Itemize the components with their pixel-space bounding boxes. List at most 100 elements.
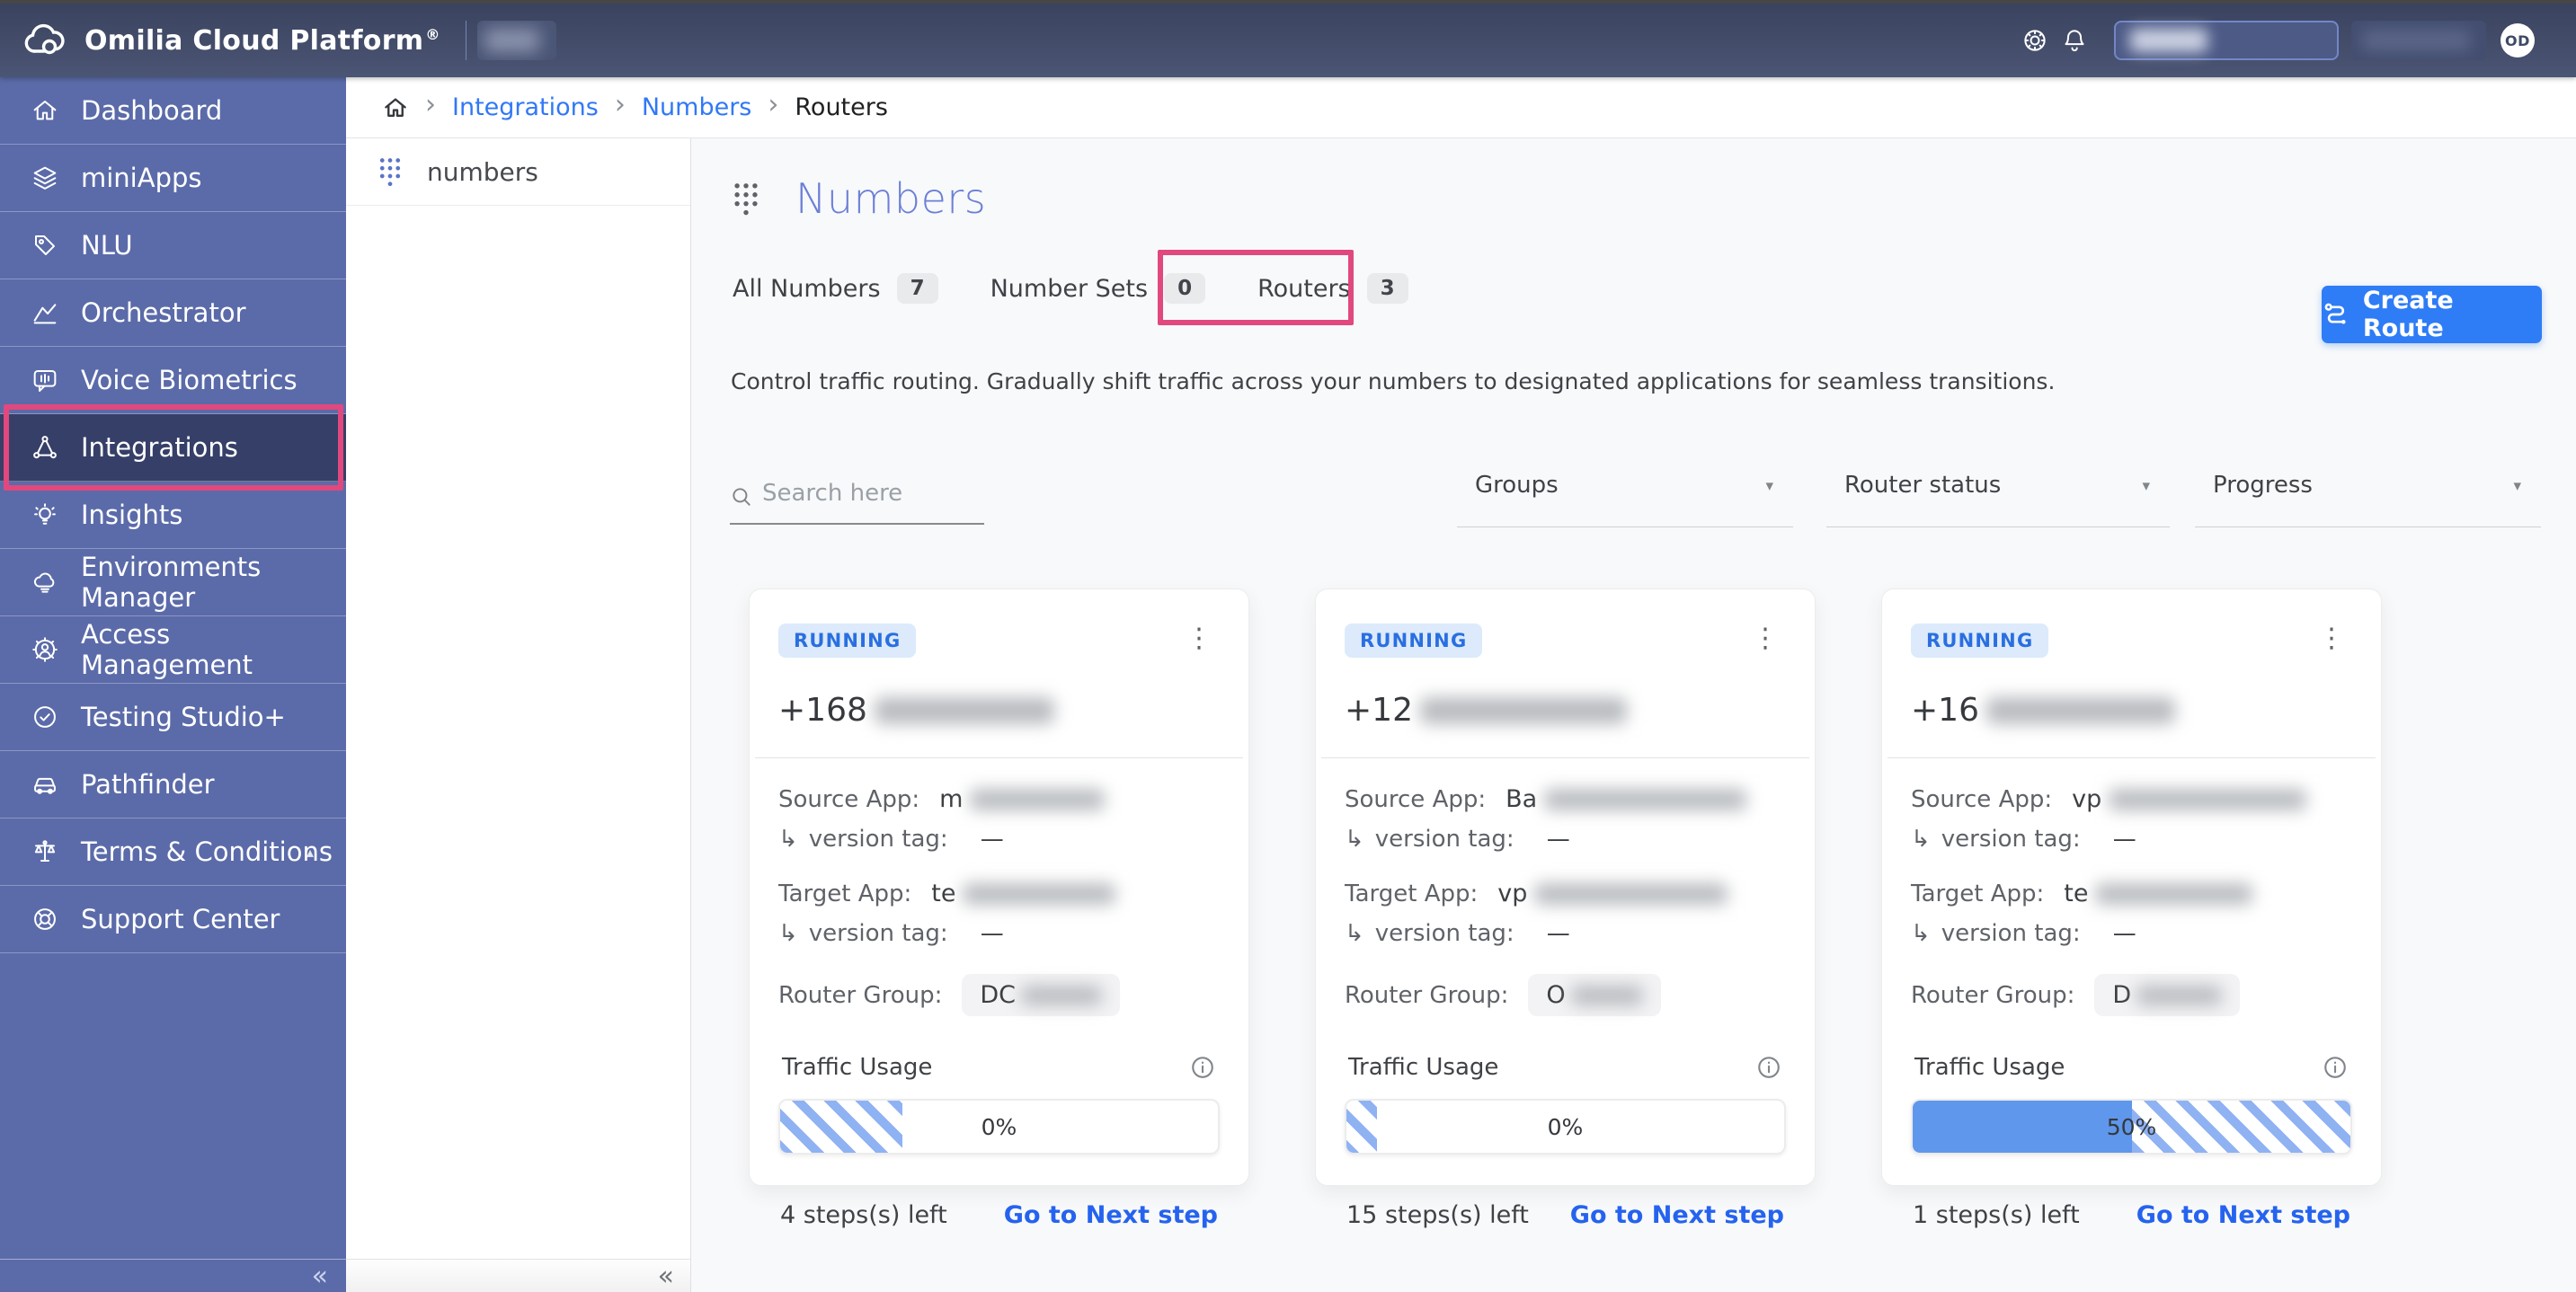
cloud-icon xyxy=(31,568,59,597)
sidebar-item-terms-conditions[interactable]: Terms & Conditions ▴ xyxy=(0,819,346,886)
kebab-menu-icon[interactable]: ⋮ xyxy=(1745,624,1786,654)
breadcrumb: › Integrations › Numbers › Routers xyxy=(346,77,2576,138)
target-app-value: te xyxy=(2064,880,2252,907)
secondary-sidebar-collapse-button[interactable]: « xyxy=(346,1259,690,1292)
sidebar-item-nlu[interactable]: NLU xyxy=(0,212,346,279)
router-group-chip: O xyxy=(1528,974,1660,1016)
sidebar-item-access-management[interactable]: Access Management xyxy=(0,616,346,684)
router-cards: RUNNING ⋮ +168 Source App: m ↳ version t… xyxy=(749,588,2447,1186)
search-input[interactable] xyxy=(730,480,984,525)
top-navbar: Omilia Cloud Platform® OD xyxy=(0,0,2576,77)
version-tag-row: ↳ version tag: — xyxy=(778,826,1220,853)
go-to-next-step-link[interactable]: Go to Next step xyxy=(1004,1201,1218,1229)
traffic-progress-bar: 0% xyxy=(1345,1099,1786,1155)
info-icon[interactable] xyxy=(1189,1054,1216,1081)
traffic-usage-label: Traffic Usage xyxy=(1348,1054,1498,1081)
branch-arrow-icon: ↳ xyxy=(1911,920,1931,947)
source-app-row: Source App: Ba xyxy=(1345,785,1786,813)
version-tag-label: version tag: xyxy=(1941,920,2081,947)
brand-title: Omilia Cloud Platform® xyxy=(84,25,440,57)
traffic-progress-bar: 50% xyxy=(1911,1099,2352,1155)
page-title-text: Numbers xyxy=(795,174,986,223)
groups-select[interactable]: Groups ▾ xyxy=(1457,472,1793,527)
notifications-bell-icon[interactable] xyxy=(2055,21,2094,60)
registered-mark: ® xyxy=(425,26,440,43)
sidebar-item-miniapps[interactable]: miniApps xyxy=(0,145,346,212)
branch-arrow-icon: ↳ xyxy=(778,920,798,947)
traffic-usage-header: Traffic Usage xyxy=(1345,1054,1786,1081)
target-app-label: Target App: xyxy=(778,881,911,907)
router-group-row: Router Group: D xyxy=(1911,974,2352,1016)
version-tag-label: version tag: xyxy=(1375,826,1515,853)
badge-check-icon xyxy=(31,703,59,731)
redacted-org-name xyxy=(477,21,556,60)
source-app-row: Source App: m xyxy=(778,785,1220,813)
dropdown-arrow-icon: ▾ xyxy=(1765,477,1773,495)
sidebar-item-label: Support Center xyxy=(81,904,280,934)
sidebar-item-orchestrator[interactable]: Orchestrator xyxy=(0,279,346,347)
status-badge: RUNNING xyxy=(1345,624,1482,658)
version-tag-row: ↳ version tag: — xyxy=(1911,826,2352,853)
sidebar-item-integrations[interactable]: Integrations xyxy=(0,414,346,482)
go-to-next-step-link[interactable]: Go to Next step xyxy=(2136,1201,2350,1229)
source-app-label: Source App: xyxy=(1345,786,1486,813)
environment-selector[interactable] xyxy=(2114,21,2339,60)
lightbulb-icon xyxy=(31,500,59,529)
router-group-chip: D xyxy=(2094,974,2240,1016)
subsidebar-item-numbers[interactable]: numbers xyxy=(346,138,690,206)
target-app-value: vp xyxy=(1497,880,1728,907)
tab-number-sets[interactable]: Number Sets 0 xyxy=(990,273,1205,304)
tab-routers[interactable]: Routers 3 xyxy=(1257,273,1408,304)
sidebar-item-insights[interactable]: Insights xyxy=(0,482,346,549)
breadcrumb-separator-icon: › xyxy=(615,92,626,124)
source-app-label: Source App: xyxy=(778,786,919,813)
target-app-row: Target App: vp xyxy=(1345,880,1786,907)
sidebar-item-dashboard[interactable]: Dashboard xyxy=(0,77,346,145)
info-icon[interactable] xyxy=(1755,1054,1782,1081)
steps-left: 15 steps(s) left xyxy=(1346,1201,1529,1229)
branch-arrow-icon: ↳ xyxy=(1345,920,1364,947)
breadcrumb-separator-icon: › xyxy=(768,92,778,124)
help-icon[interactable] xyxy=(2015,21,2055,60)
sidebar-collapse-button[interactable]: « xyxy=(0,1259,346,1292)
user-avatar[interactable]: OD xyxy=(2500,23,2535,58)
sidebar-item-voice-biometrics[interactable]: Voice Biometrics xyxy=(0,347,346,414)
sidebar-item-label: Testing Studio+ xyxy=(81,702,286,732)
steps-left: 4 steps(s) left xyxy=(780,1201,947,1229)
info-icon[interactable] xyxy=(2322,1054,2349,1081)
nodes-triangle-icon xyxy=(31,433,59,462)
redacted-group-name xyxy=(1021,986,1102,1005)
scales-icon xyxy=(31,837,59,866)
branch-arrow-icon: ↳ xyxy=(1345,826,1364,853)
sidebar-item-label: Voice Biometrics xyxy=(81,365,298,395)
phone-number: +168 xyxy=(778,692,1220,729)
go-to-next-step-link[interactable]: Go to Next step xyxy=(1570,1201,1784,1229)
breadcrumb-home-icon[interactable] xyxy=(382,94,409,121)
traffic-usage-header: Traffic Usage xyxy=(778,1054,1220,1081)
router-status-select[interactable]: Router status ▾ xyxy=(1826,472,2170,527)
branch-arrow-icon: ↳ xyxy=(1911,826,1931,853)
sidebar-item-pathfinder[interactable]: Pathfinder xyxy=(0,751,346,819)
car-icon xyxy=(31,770,59,799)
sidebar-item-testing-studio[interactable]: Testing Studio+ xyxy=(0,684,346,751)
sidebar-item-label: NLU xyxy=(81,230,133,261)
kebab-menu-icon[interactable]: ⋮ xyxy=(2311,624,2352,654)
version-tag-label: version tag: xyxy=(1375,920,1515,947)
sidebar-item-environments-manager[interactable]: Environments Manager xyxy=(0,549,346,616)
progress-select[interactable]: Progress ▾ xyxy=(2195,472,2541,527)
sidebar-item-support-center[interactable]: Support Center xyxy=(0,886,346,953)
redacted-group-name xyxy=(2136,986,2222,1005)
version-tag-row: ↳ version tag: — xyxy=(778,920,1220,947)
tab-all-numbers[interactable]: All Numbers 7 xyxy=(733,273,938,304)
version-tag-value: — xyxy=(2113,826,2136,853)
card-divider xyxy=(755,757,1243,758)
breadcrumb-link-integrations[interactable]: Integrations xyxy=(452,93,599,121)
status-badge: RUNNING xyxy=(778,624,916,658)
status-badge: RUNNING xyxy=(1911,624,2048,658)
kebab-menu-icon[interactable]: ⋮ xyxy=(1178,624,1220,654)
create-route-button[interactable]: Create Route xyxy=(2322,286,2542,343)
breadcrumb-link-numbers[interactable]: Numbers xyxy=(642,93,752,121)
caret-up-icon[interactable]: ▴ xyxy=(306,844,314,861)
secondary-sidebar: numbers « xyxy=(346,138,691,1292)
version-tag-row: ↳ version tag: — xyxy=(1345,920,1786,947)
